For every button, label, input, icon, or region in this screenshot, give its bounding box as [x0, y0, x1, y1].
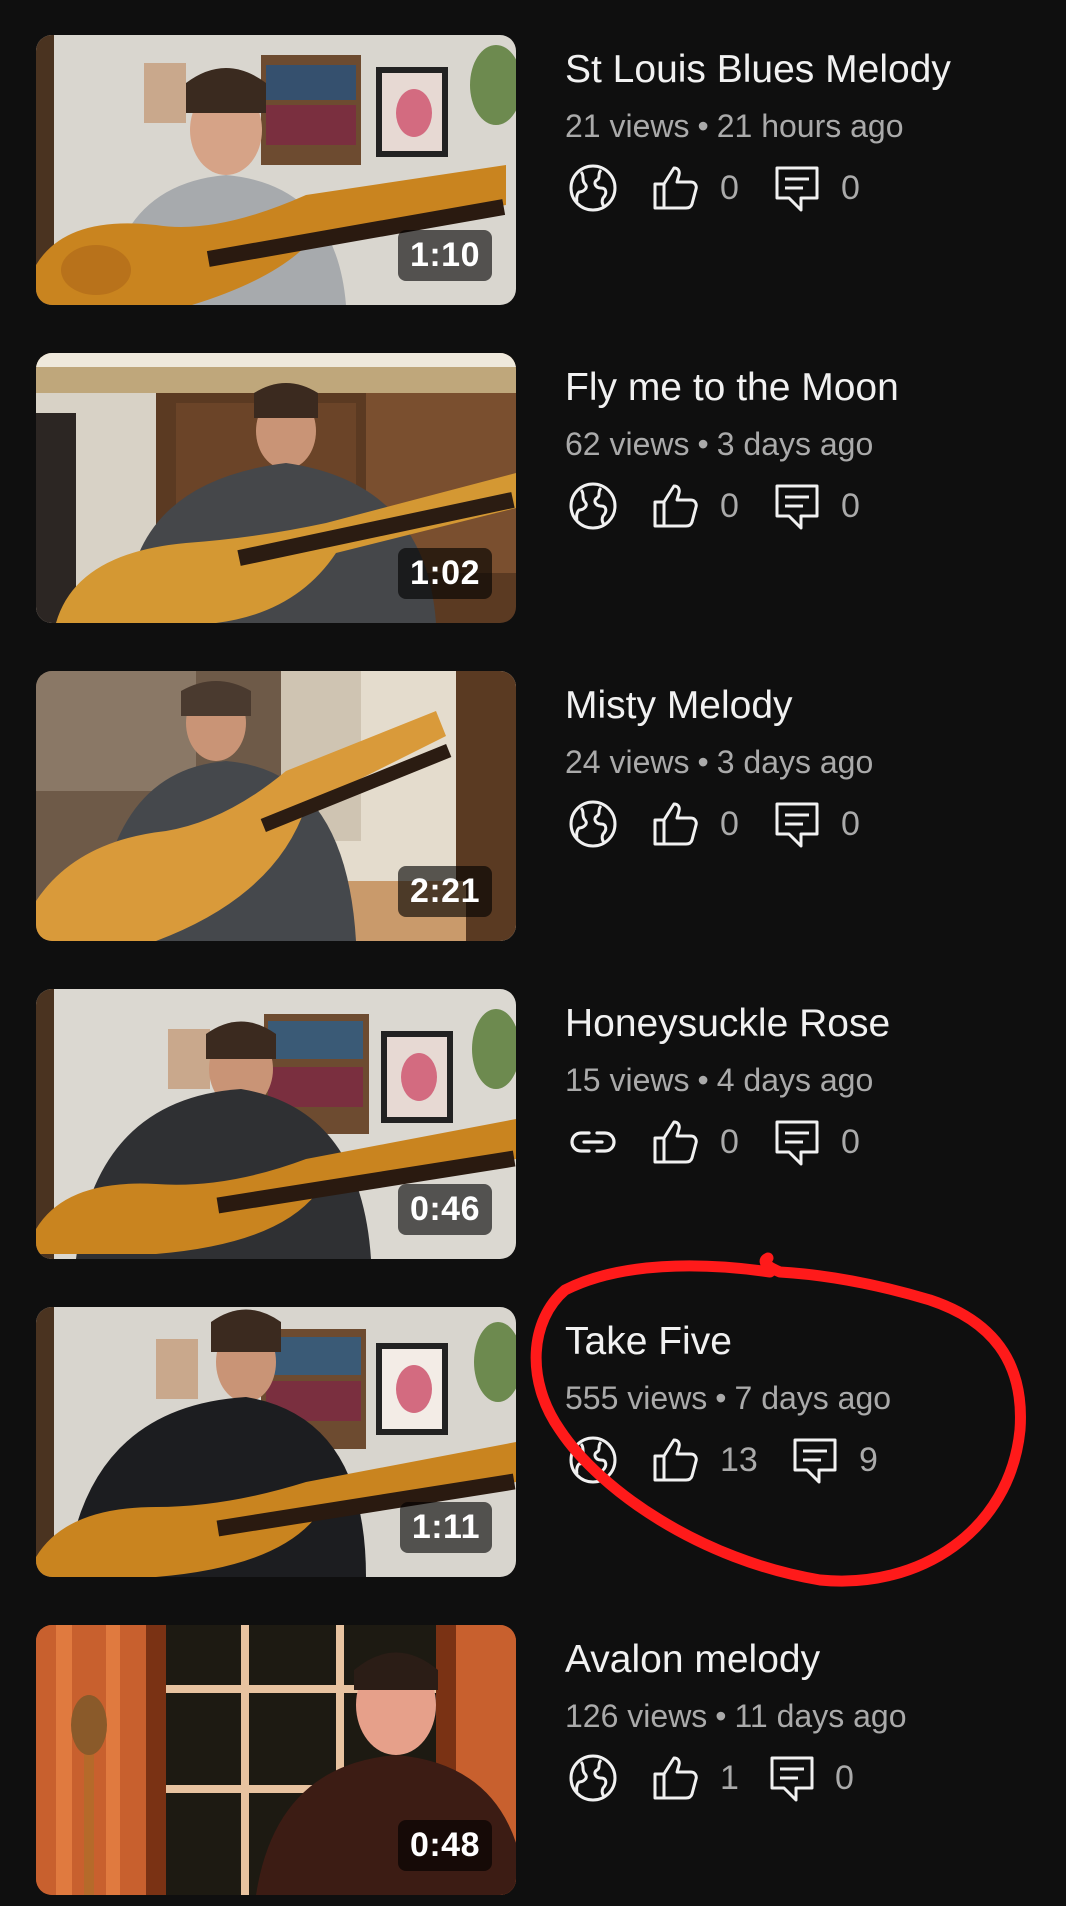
globe-icon: [567, 480, 619, 532]
like-count: 0: [720, 1123, 739, 1161]
video-meta: 126 views • 11 days ago: [565, 1696, 1045, 1736]
meta-separator: •: [715, 1380, 727, 1416]
view-count: 126 views: [565, 1698, 708, 1734]
video-stats: 0 0: [565, 160, 1045, 216]
comment-count: 0: [835, 1759, 854, 1797]
upload-age: 3 days ago: [716, 426, 874, 462]
video-info: Fly me to the Moon 62 views • 3 days ago 0…: [565, 353, 1045, 534]
comment-count: 0: [841, 487, 860, 525]
video-row[interactable]: 1:11 Take Five 555 views • 7 days ago 13 9: [0, 1307, 1066, 1577]
view-count: 555 views: [565, 1380, 708, 1416]
video-thumbnail[interactable]: 1:11: [36, 1307, 516, 1577]
meta-separator: •: [697, 744, 709, 780]
comment-count: 9: [859, 1441, 878, 1479]
link-icon: [567, 1116, 619, 1168]
like-icon: [649, 1434, 701, 1486]
video-thumbnail[interactable]: 0:48: [36, 1625, 516, 1895]
globe-icon: [567, 162, 619, 214]
video-stats: 0 0: [565, 478, 1045, 534]
upload-age: 11 days ago: [734, 1698, 907, 1734]
meta-separator: •: [697, 108, 709, 144]
comment-icon: [789, 1434, 841, 1486]
video-meta: 15 views • 4 days ago: [565, 1060, 1045, 1100]
like-count: 0: [720, 487, 739, 525]
duration-badge: 0:48: [397, 1820, 492, 1871]
video-row[interactable]: 0:46 Honeysuckle Rose 15 views • 4 days ag…: [0, 989, 1066, 1259]
video-info: St Louis Blues Melody 21 views • 21 hours …: [565, 35, 1045, 216]
video-title[interactable]: Honeysuckle Rose: [565, 1000, 1045, 1048]
meta-separator: •: [715, 1698, 727, 1734]
duration-badge: 1:10: [397, 230, 492, 281]
video-stats: 13 9: [565, 1432, 1045, 1488]
video-thumbnail[interactable]: 1:10: [36, 35, 516, 305]
video-title[interactable]: Avalon melody: [565, 1636, 1045, 1684]
video-row[interactable]: 1:10 St Louis Blues Melody 21 views • 21 h…: [0, 35, 1066, 305]
like-icon: [649, 162, 701, 214]
comment-icon: [771, 480, 823, 532]
video-row[interactable]: 0:48 Avalon melody 126 views • 11 days ago…: [0, 1625, 1066, 1895]
comment-count: 0: [841, 1123, 860, 1161]
video-thumbnail[interactable]: 2:21: [36, 671, 516, 941]
video-meta: 21 views • 21 hours ago: [565, 106, 1045, 146]
view-count: 15 views: [565, 1062, 690, 1098]
comment-icon: [771, 1116, 823, 1168]
like-count: 13: [720, 1441, 758, 1479]
duration-badge: 1:11: [399, 1502, 492, 1553]
meta-separator: •: [697, 426, 709, 462]
comment-icon: [766, 1752, 818, 1804]
comment-icon: [771, 162, 823, 214]
comment-icon: [771, 798, 823, 850]
view-count: 24 views: [565, 744, 690, 780]
like-icon: [649, 480, 701, 532]
video-title[interactable]: St Louis Blues Melody: [565, 46, 1045, 94]
video-thumbnail[interactable]: 0:46: [36, 989, 516, 1259]
like-count: 0: [720, 169, 739, 207]
globe-icon: [567, 798, 619, 850]
comment-count: 0: [841, 805, 860, 843]
video-meta: 62 views • 3 days ago: [565, 424, 1045, 464]
like-icon: [649, 1752, 701, 1804]
comment-count: 0: [841, 169, 860, 207]
video-info: Avalon melody 126 views • 11 days ago 1 0: [565, 1625, 1045, 1806]
video-meta: 24 views • 3 days ago: [565, 742, 1045, 782]
duration-badge: 0:46: [397, 1184, 492, 1235]
video-info: Take Five 555 views • 7 days ago 13 9: [565, 1307, 1045, 1488]
video-row[interactable]: 2:21 Misty Melody 24 views • 3 days ago 0 …: [0, 671, 1066, 941]
video-stats: 0 0: [565, 796, 1045, 852]
video-stats: 0 0: [565, 1114, 1045, 1170]
like-count: 1: [720, 1759, 739, 1797]
video-row[interactable]: 1:02 Fly me to the Moon 62 views • 3 days …: [0, 353, 1066, 623]
video-info: Honeysuckle Rose 15 views • 4 days ago 0 0: [565, 989, 1045, 1170]
video-info: Misty Melody 24 views • 3 days ago 0 0: [565, 671, 1045, 852]
globe-icon: [567, 1752, 619, 1804]
like-icon: [649, 1116, 701, 1168]
video-title[interactable]: Fly me to the Moon: [565, 364, 1045, 412]
like-count: 0: [720, 805, 739, 843]
upload-age: 7 days ago: [734, 1380, 892, 1416]
upload-age: 3 days ago: [716, 744, 874, 780]
like-icon: [649, 798, 701, 850]
video-thumbnail[interactable]: 1:02: [36, 353, 516, 623]
view-count: 21 views: [565, 108, 690, 144]
video-meta: 555 views • 7 days ago: [565, 1378, 1045, 1418]
video-title[interactable]: Misty Melody: [565, 682, 1045, 730]
duration-badge: 2:21: [397, 866, 492, 917]
upload-age: 21 hours ago: [716, 108, 904, 144]
globe-icon: [567, 1434, 619, 1486]
upload-age: 4 days ago: [716, 1062, 874, 1098]
duration-badge: 1:02: [397, 548, 492, 599]
video-title[interactable]: Take Five: [565, 1318, 1045, 1366]
view-count: 62 views: [565, 426, 690, 462]
video-stats: 1 0: [565, 1750, 1045, 1806]
meta-separator: •: [697, 1062, 709, 1098]
